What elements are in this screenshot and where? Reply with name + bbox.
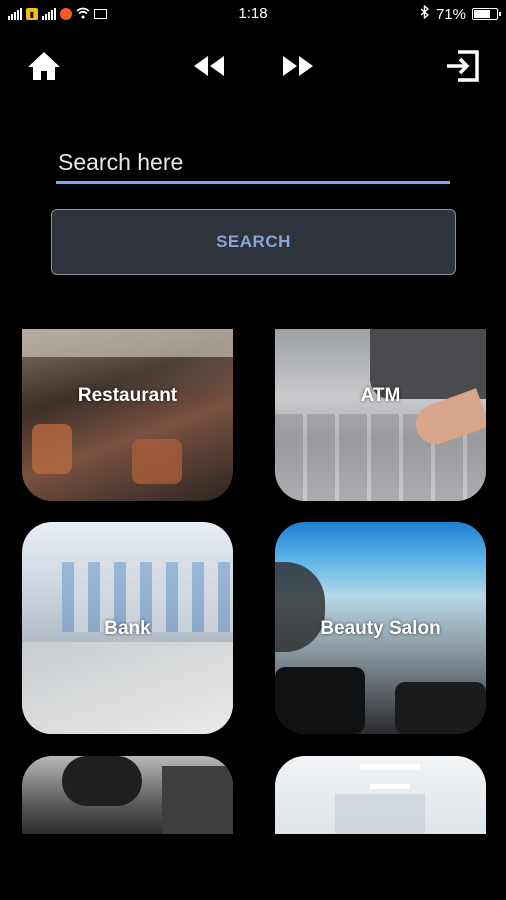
ceiling-light-image — [360, 764, 420, 770]
ceiling-image — [22, 329, 233, 357]
search-field-wrap — [56, 144, 450, 186]
rewind-button[interactable] — [189, 48, 229, 84]
home-button[interactable] — [24, 48, 64, 84]
category-card-beauty-salon[interactable]: Beauty Salon — [275, 522, 486, 734]
corridor-image — [335, 794, 425, 834]
status-bar: ▮ 1:18 71% — [0, 0, 506, 28]
category-label: ATM — [360, 385, 401, 406]
exit-button[interactable] — [442, 48, 482, 84]
fast-forward-button[interactable] — [278, 48, 318, 84]
gloved-hand-image — [62, 756, 142, 806]
salon-chair-image-2 — [395, 682, 486, 734]
rewind-icon — [194, 56, 224, 76]
category-card-bank[interactable]: Bank — [22, 522, 233, 734]
category-card-atm[interactable]: ATM — [275, 329, 486, 501]
chair-image — [32, 424, 72, 474]
category-grid: Restaurant ATM Bank Beauty Salon — [22, 329, 486, 834]
category-label: Restaurant — [77, 385, 178, 406]
category-label: Beauty Salon — [320, 618, 441, 639]
toolbar — [0, 40, 506, 92]
fast-forward-icon — [283, 56, 313, 76]
search-input[interactable] — [56, 144, 450, 184]
status-time: 1:18 — [238, 5, 268, 22]
salon-chair-image — [275, 667, 365, 734]
chair-image-2 — [132, 439, 182, 484]
ceiling-light-image-2 — [370, 784, 410, 789]
engine-image — [162, 766, 233, 834]
battery-icon — [472, 8, 501, 20]
search-button[interactable]: SEARCH — [51, 209, 456, 275]
category-card-restaurant[interactable]: Restaurant — [22, 329, 233, 501]
category-card-partial-left[interactable] — [22, 756, 233, 834]
category-label: Bank — [104, 618, 151, 639]
exit-icon — [447, 50, 479, 82]
home-icon — [28, 52, 60, 80]
category-card-partial-right[interactable] — [275, 756, 486, 834]
floor-image — [22, 642, 233, 734]
